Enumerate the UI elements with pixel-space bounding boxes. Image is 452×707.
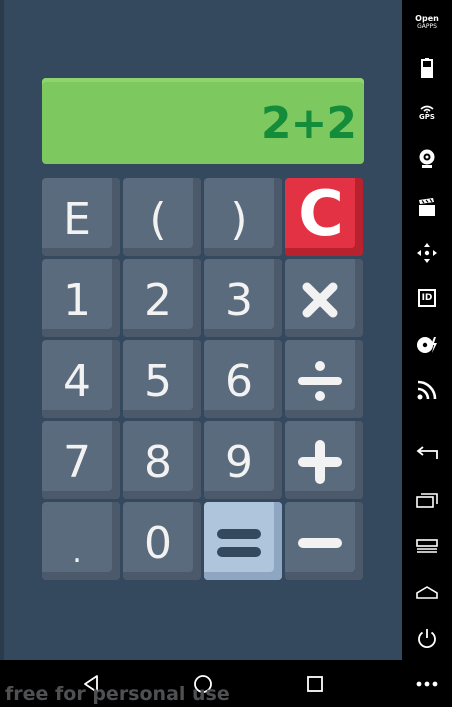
wifi-signal-icon	[420, 105, 434, 113]
digit-5-key[interactable]: 5	[123, 340, 201, 418]
digit-2-label: 2	[144, 274, 172, 326]
digit-0-label: 0	[144, 517, 172, 569]
id-label: ID	[421, 292, 433, 303]
multiply-icon	[302, 282, 338, 318]
back-arrow-icon	[416, 446, 438, 459]
calculator-display: 2+2	[42, 78, 364, 164]
back-button[interactable]	[402, 444, 452, 464]
open-paren-key[interactable]: (	[123, 178, 201, 256]
clapperboard-icon	[419, 198, 435, 216]
recent-apps-button[interactable]	[402, 490, 452, 510]
digit-8-key[interactable]: 8	[123, 421, 201, 499]
power-button[interactable]	[402, 626, 452, 650]
power-icon	[418, 629, 436, 649]
digit-2-key[interactable]: 2	[123, 259, 201, 337]
digit-7-key[interactable]: 7	[42, 421, 120, 499]
battery-button[interactable]	[402, 58, 452, 78]
dpad-button[interactable]	[402, 242, 452, 264]
close-paren-key[interactable]: )	[204, 178, 282, 256]
digit-1-key[interactable]: 1	[42, 259, 120, 337]
open-gapps-button[interactable]: Open GAPPS	[402, 12, 452, 32]
divide-icon	[298, 361, 342, 401]
digit-4-key[interactable]: 4	[42, 340, 120, 418]
minus-key[interactable]	[285, 502, 363, 580]
screen-edge	[0, 0, 4, 660]
decimal-key-label: .	[72, 535, 82, 570]
digit-3-key[interactable]: 3	[204, 259, 282, 337]
clear-key-label: C	[298, 177, 344, 250]
watermark-text: free for personal use	[5, 683, 230, 705]
media-button[interactable]	[402, 334, 452, 356]
digit-1-label: 1	[63, 274, 91, 326]
webcam-icon	[419, 149, 435, 168]
digit-9-key[interactable]: 9	[204, 421, 282, 499]
menu-icon	[416, 539, 438, 553]
e-key-label: E	[63, 193, 91, 245]
digit-5-label: 5	[144, 355, 172, 407]
e-key[interactable]: E	[42, 178, 120, 256]
digit-6-key[interactable]: 6	[204, 340, 282, 418]
equals-icon	[217, 529, 261, 557]
battery-icon	[421, 58, 433, 78]
disc-bolt-icon	[417, 337, 437, 353]
device-id-button[interactable]: ID	[402, 286, 452, 310]
home-icon	[416, 586, 438, 599]
equals-key[interactable]	[204, 502, 282, 580]
calculator-screen: 2+2 E ( ) C 1 2 3 4 5 6 7 8 9 . 0	[0, 0, 402, 660]
id-card-icon: ID	[418, 289, 436, 307]
recent-apps-icon	[416, 493, 438, 508]
close-paren-key-label: )	[230, 193, 248, 245]
clear-key[interactable]: C	[285, 178, 363, 256]
screencast-button[interactable]	[402, 196, 452, 218]
digit-9-label: 9	[225, 436, 253, 488]
open-gapps-line2: GAPPS	[417, 23, 437, 30]
move-arrows-icon	[417, 243, 437, 263]
nav-recents-icon[interactable]	[306, 675, 324, 693]
gps-button[interactable]: GPS	[402, 103, 452, 123]
digit-4-label: 4	[63, 355, 91, 407]
divide-key[interactable]	[285, 340, 363, 418]
decimal-key[interactable]: .	[42, 502, 120, 580]
more-options-button[interactable]	[402, 676, 452, 692]
display-expression: 2+2	[260, 98, 357, 149]
more-dots-icon	[416, 681, 438, 687]
digit-6-label: 6	[225, 355, 253, 407]
gps-label: GPS	[419, 113, 435, 121]
rss-signal-icon	[417, 380, 437, 400]
webcam-button[interactable]	[402, 148, 452, 170]
minus-icon	[298, 538, 342, 548]
digit-3-label: 3	[225, 274, 253, 326]
digit-7-label: 7	[63, 436, 91, 488]
open-paren-key-label: (	[149, 193, 167, 245]
menu-button[interactable]	[402, 536, 452, 556]
home-side-button[interactable]	[402, 582, 452, 602]
digit-0-key[interactable]: 0	[123, 502, 201, 580]
multiply-key[interactable]	[285, 259, 363, 337]
emulator-sidebar: Open GAPPS GPS ID	[402, 0, 452, 707]
digit-8-label: 8	[144, 436, 172, 488]
network-button[interactable]	[402, 378, 452, 402]
open-gapps-line1: Open	[415, 14, 439, 23]
plus-key[interactable]	[285, 421, 363, 499]
plus-icon	[298, 440, 342, 484]
